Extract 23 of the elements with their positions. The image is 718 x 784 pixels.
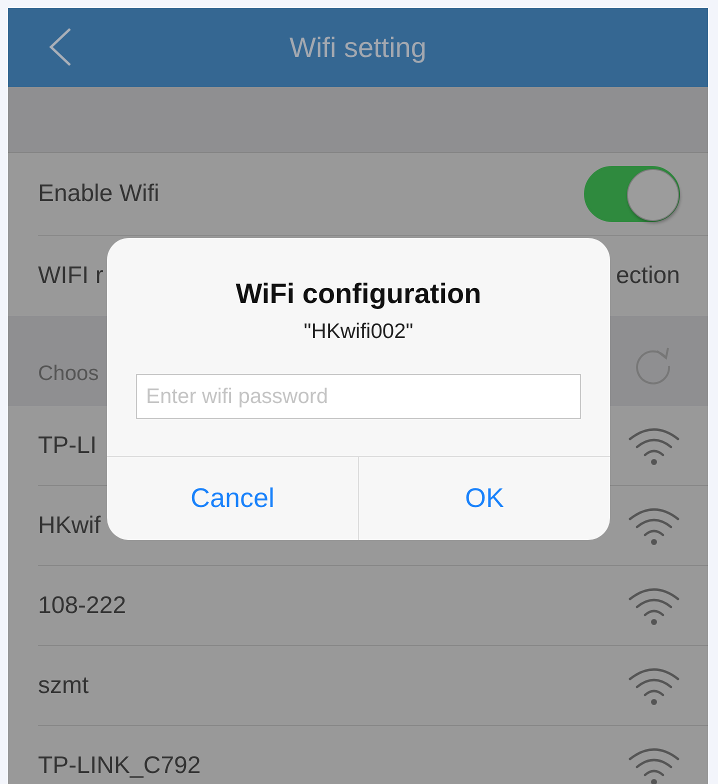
network-name[interactable]: 108-222 <box>38 592 126 620</box>
refresh-icon[interactable] <box>633 346 673 386</box>
section-label: Choos <box>38 362 99 386</box>
network-name[interactable]: HKwif <box>38 512 101 540</box>
enable-toggle[interactable] <box>584 166 680 222</box>
wifi-signal-icon <box>628 666 680 706</box>
password-field[interactable]: Enter wifi password <box>136 374 581 419</box>
cancel-button[interactable]: Cancel <box>107 457 358 540</box>
wifi-signal-icon <box>628 586 680 626</box>
network-name[interactable]: TP-LI <box>38 432 97 460</box>
dialog-title: WiFi configuration <box>236 278 482 310</box>
wifi-signal-icon <box>628 746 680 784</box>
back-icon[interactable] <box>48 28 72 66</box>
setting-label: Enable Wifi <box>38 180 160 208</box>
network-name[interactable]: szmt <box>38 672 89 700</box>
screen-title: Wifi setting <box>290 32 426 64</box>
setting-label: WIFI r <box>38 262 104 290</box>
dialog-subtitle: "HKwifi002" <box>304 320 414 344</box>
wifi-signal-icon <box>628 506 680 546</box>
wifi-signal-icon <box>628 426 680 466</box>
setting-value: ection <box>616 262 680 290</box>
network-name[interactable]: TP-LINK_C792 <box>38 752 201 780</box>
ok-button[interactable]: OK <box>358 457 610 540</box>
